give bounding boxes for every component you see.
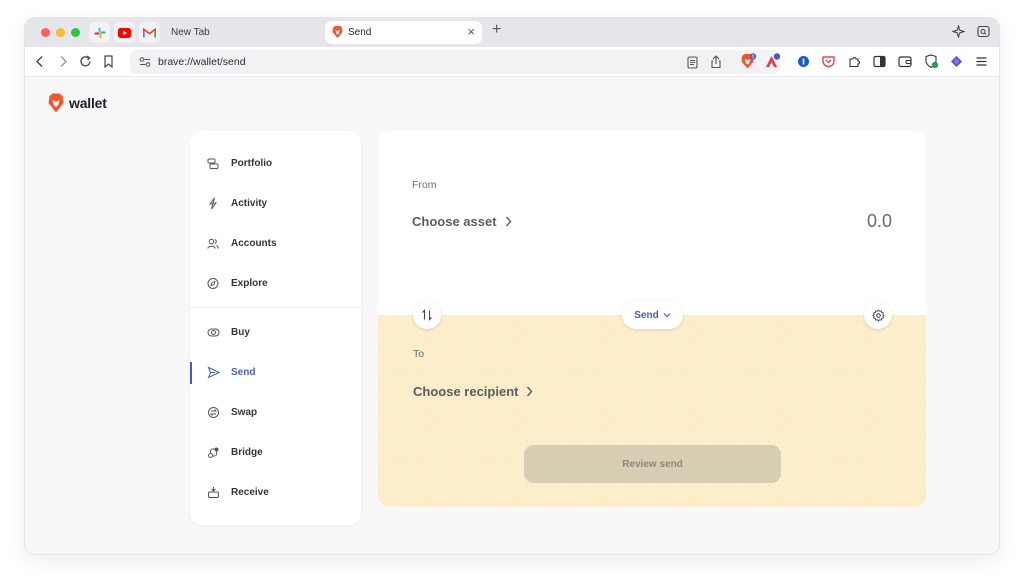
- close-window-button[interactable]: [41, 28, 50, 37]
- nav-label: Send: [231, 367, 256, 378]
- nav-label: Portfolio: [231, 158, 273, 169]
- nav-item-receive[interactable]: Receive: [190, 475, 361, 511]
- flip-button[interactable]: [413, 301, 441, 329]
- choose-asset-button[interactable]: Choose asset: [412, 214, 512, 229]
- tab-title: Send: [348, 27, 372, 38]
- receive-icon: [208, 487, 219, 498]
- browser-window: New Tab Send × + brave://wallet/send 0 w…: [25, 18, 999, 554]
- bridge-icon: [208, 447, 219, 458]
- chevron-right-icon: [527, 386, 533, 397]
- active-tab[interactable]: Send ×: [325, 21, 482, 44]
- share-icon[interactable]: [710, 55, 722, 69]
- activity-icon: [209, 197, 217, 210]
- nav-item-explore[interactable]: Explore: [190, 266, 361, 302]
- explore-icon: [207, 278, 219, 289]
- portfolio-icon: [207, 158, 219, 169]
- pinned-tab-youtube[interactable]: [114, 22, 135, 43]
- nav-item-swap[interactable]: Swap: [190, 395, 361, 431]
- chevron-down-icon: [663, 313, 671, 318]
- extensions-icon[interactable]: [848, 55, 861, 68]
- nav-label: Bridge: [231, 447, 263, 458]
- brave-icon: [332, 26, 343, 38]
- accounts-icon: [207, 238, 219, 249]
- sparkle-icon[interactable]: [952, 25, 965, 38]
- brave-logo-icon: [48, 93, 64, 113]
- brave-shields-icon[interactable]: 0: [740, 53, 757, 70]
- wallet-nav: Portfolio Activity Accounts Explore Buy …: [190, 131, 361, 525]
- gmail-icon: [143, 27, 156, 37]
- active-indicator: [190, 362, 192, 384]
- send-card: From Choose asset 0.0 Send To Choose rec…: [378, 131, 926, 507]
- new-tab-button[interactable]: +: [492, 21, 501, 39]
- slack-icon: [94, 27, 105, 38]
- amount-input[interactable]: 0.0: [867, 211, 892, 232]
- review-send-button[interactable]: Review send: [524, 445, 781, 483]
- site-settings-icon[interactable]: [139, 56, 151, 68]
- menu-icon[interactable]: [975, 55, 988, 68]
- chevron-right-icon: [505, 216, 511, 227]
- send-icon: [207, 366, 220, 379]
- settings-button[interactable]: [864, 301, 892, 329]
- nav-label: Explore: [231, 278, 268, 289]
- window-controls: [41, 28, 80, 37]
- pinned-tab-gmail[interactable]: [139, 22, 160, 43]
- choose-recipient-label: Choose recipient: [413, 384, 519, 399]
- nav-label: Receive: [231, 487, 269, 498]
- from-label: From: [412, 179, 437, 191]
- nav-item-send[interactable]: Send: [190, 355, 361, 391]
- choose-recipient-button[interactable]: Choose recipient: [413, 384, 533, 399]
- swap-icon: [208, 407, 219, 418]
- to-label: To: [413, 348, 425, 360]
- send-mode-label: Send: [634, 309, 659, 321]
- reader-mode-icon[interactable]: [687, 56, 698, 69]
- reload-icon[interactable]: [79, 55, 92, 68]
- buy-icon: [207, 328, 220, 337]
- nav-item-portfolio[interactable]: Portfolio: [190, 146, 361, 182]
- zoom-window-button[interactable]: [71, 28, 80, 37]
- tab-search-icon[interactable]: [977, 25, 990, 38]
- nav-item-buy[interactable]: Buy: [190, 315, 361, 351]
- nav-item-bridge[interactable]: Bridge: [190, 435, 361, 471]
- bookmark-icon[interactable]: [103, 55, 114, 68]
- url-text: brave://wallet/send: [158, 56, 246, 68]
- pinned-tab-slack[interactable]: [89, 22, 110, 43]
- swap-vertical-icon: [422, 309, 432, 321]
- nav-divider: [190, 307, 361, 308]
- wallet-brand-text: wallet: [69, 95, 107, 111]
- password-manager-icon[interactable]: [797, 55, 810, 68]
- shields-badge: 0: [752, 54, 755, 60]
- minimize-window-button[interactable]: [56, 28, 65, 37]
- wallet-toolbar-icon[interactable]: [898, 55, 912, 68]
- youtube-icon: [118, 27, 131, 38]
- nav-label: Activity: [231, 198, 268, 209]
- browser-toolbar: brave://wallet/send 0: [25, 47, 999, 77]
- address-bar[interactable]: brave://wallet/send 0: [130, 50, 781, 74]
- nav-label: Swap: [231, 407, 258, 418]
- brave-rewards-icon[interactable]: [764, 53, 781, 70]
- forward-icon[interactable]: [58, 55, 68, 68]
- tab-strip: New Tab Send × +: [25, 18, 999, 47]
- leo-ai-icon[interactable]: [950, 55, 963, 68]
- close-tab-icon[interactable]: ×: [467, 24, 475, 39]
- nav-label: Accounts: [231, 238, 277, 249]
- choose-asset-label: Choose asset: [412, 214, 497, 229]
- send-mode-dropdown[interactable]: Send: [622, 301, 683, 329]
- nav-item-accounts[interactable]: Accounts: [190, 226, 361, 262]
- pocket-icon[interactable]: [822, 55, 835, 68]
- nav-item-activity[interactable]: Activity: [190, 186, 361, 222]
- sidebar-icon[interactable]: [873, 55, 886, 68]
- vpn-icon[interactable]: [924, 54, 939, 69]
- new-tab-title[interactable]: New Tab: [171, 27, 210, 38]
- gear-icon: [871, 308, 885, 322]
- nav-label: Buy: [231, 327, 250, 338]
- wallet-logo[interactable]: wallet: [47, 93, 107, 113]
- back-icon[interactable]: [35, 55, 45, 68]
